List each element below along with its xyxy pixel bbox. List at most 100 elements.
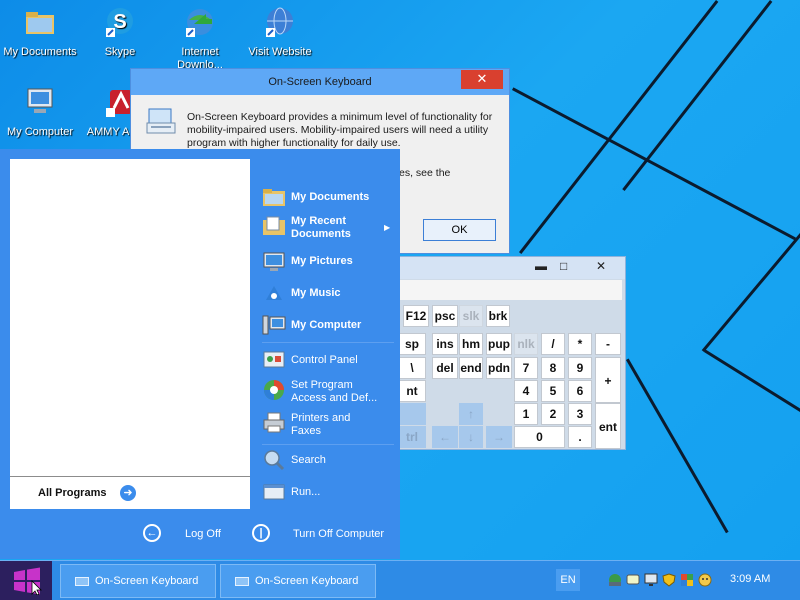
key-multiply[interactable]: * <box>568 333 592 355</box>
log-off-label: Log Off <box>185 528 221 540</box>
menu-item-label: My Pictures <box>291 255 353 267</box>
keyboard-icon <box>75 577 89 586</box>
wallpaper-line <box>701 219 800 352</box>
key-3[interactable]: 3 <box>568 403 592 425</box>
dialog-titlebar[interactable]: On-Screen Keyboard ✕ <box>131 69 509 95</box>
key-hm[interactable]: hm <box>459 333 483 355</box>
turn-off-label: Turn Off Computer <box>293 528 385 540</box>
monitor-icon[interactable] <box>644 573 658 587</box>
key-1[interactable]: 1 <box>514 403 538 425</box>
desktop-icon-visit-website[interactable]: Visit Website <box>240 6 320 59</box>
key-left-arrow[interactable]: ← <box>432 426 458 448</box>
key-pdn[interactable]: pdn <box>486 357 512 379</box>
menu-item-label: Control Panel <box>291 354 358 366</box>
run-icon <box>263 484 285 500</box>
key-plus[interactable]: + <box>595 357 621 403</box>
menu-item-label: Set Program Access and Def... <box>291 379 378 404</box>
key-psc[interactable]: psc <box>432 305 458 327</box>
key-end[interactable]: end <box>459 357 483 379</box>
key-8[interactable]: 8 <box>541 357 565 379</box>
key-down-arrow[interactable]: ↓ <box>459 426 483 448</box>
keyboard-close-button[interactable]: ✕ <box>596 259 606 273</box>
ok-button[interactable]: OK <box>423 219 496 241</box>
key-right-arrow[interactable]: → <box>486 426 512 448</box>
smiley-icon[interactable] <box>698 573 712 587</box>
arrow-right-icon: ➜ <box>120 485 136 501</box>
network-globe-icon[interactable] <box>608 573 622 587</box>
key-divide[interactable]: / <box>541 333 565 355</box>
key-sp[interactable]: sp <box>398 333 426 355</box>
menu-item-label: My Computer <box>291 319 362 331</box>
desktop-icon-my-documents[interactable]: My Documents <box>0 6 80 59</box>
menu-item-label: My Documents <box>291 191 370 203</box>
key-pup[interactable]: pup <box>486 333 512 355</box>
computer-icon <box>27 88 53 113</box>
key-6[interactable]: 6 <box>568 380 592 402</box>
menu-item-label: My Music <box>291 287 341 299</box>
key-9[interactable]: 9 <box>568 357 592 379</box>
key-backslash[interactable]: \ <box>398 357 426 379</box>
key-ins[interactable]: ins <box>432 333 458 355</box>
clock[interactable]: 3:09 AM <box>730 573 770 585</box>
key-minus[interactable]: - <box>595 333 621 355</box>
key-blank[interactable] <box>398 403 426 425</box>
key-f12[interactable]: F12 <box>403 305 429 327</box>
search-icon <box>264 450 285 471</box>
key-slk[interactable]: slk <box>459 305 483 327</box>
key-enter[interactable]: ent <box>595 403 621 449</box>
menu-item-label: Run... <box>291 486 321 498</box>
keyboard-info-icon <box>146 108 176 134</box>
key-2[interactable]: 2 <box>541 403 565 425</box>
language-indicator[interactable]: EN <box>556 569 580 591</box>
minimize-button[interactable]: ▬ <box>535 259 547 273</box>
dialog-message-tail: es, see the <box>399 167 451 179</box>
pinned-programs-pane <box>10 159 250 509</box>
wallpaper-line <box>512 87 796 241</box>
taskbar-button-osk-1[interactable]: On-Screen Keyboard <box>60 564 216 598</box>
power-icon: | <box>252 524 270 542</box>
chat-bubble-icon[interactable] <box>626 573 640 587</box>
music-icon <box>266 286 282 300</box>
shield-icon[interactable] <box>662 573 676 587</box>
key-enter-left[interactable]: nt <box>398 380 426 402</box>
start-menu: All Programs ➜ My Documents My Recent Do… <box>0 149 400 559</box>
keyboard-text-bar <box>398 280 622 300</box>
key-decimal[interactable]: . <box>568 426 592 448</box>
skype-icon: S <box>106 8 133 37</box>
menu-item-label: Printers and Faxes <box>291 412 351 437</box>
svg-text:S: S <box>113 11 126 33</box>
start-button[interactable] <box>0 561 52 600</box>
key-nlk[interactable]: nlk <box>514 333 538 355</box>
key-ctrl[interactable]: trl <box>398 426 426 448</box>
color-puzzle-icon[interactable] <box>680 573 694 587</box>
key-5[interactable]: 5 <box>541 380 565 402</box>
key-brk[interactable]: brk <box>486 305 510 327</box>
taskbar-button-label: On-Screen Keyboard <box>255 575 359 587</box>
dialog-title: On-Screen Keyboard <box>268 76 372 88</box>
all-programs-button[interactable]: All Programs ➜ <box>10 476 250 509</box>
desktop-icon-internet-download[interactable]: Internet Downlo... <box>160 6 240 72</box>
log-off-icon: ← <box>143 524 161 542</box>
key-up-arrow[interactable]: ↑ <box>459 403 483 425</box>
maximize-button[interactable]: □ <box>560 259 567 273</box>
key-7[interactable]: 7 <box>514 357 538 379</box>
folder-icon <box>26 12 54 34</box>
on-screen-keyboard-window: ▬ □ ✕ F12 psc slk brk sp ins hm pup nlk … <box>397 256 626 450</box>
key-del[interactable]: del <box>432 357 458 379</box>
desktop-icon-label: My Computer <box>6 126 74 138</box>
wallpaper-line <box>704 349 800 416</box>
dialog-close-button[interactable]: ✕ <box>461 70 503 89</box>
globe-download-icon <box>186 9 213 37</box>
taskbar-button-osk-2[interactable]: On-Screen Keyboard <box>220 564 376 598</box>
key-4[interactable]: 4 <box>514 380 538 402</box>
taskbar-button-label: On-Screen Keyboard <box>95 575 199 587</box>
keyboard-titlebar[interactable]: ▬ □ ✕ <box>398 257 625 279</box>
globe-icon <box>266 7 293 37</box>
key-0[interactable]: 0 <box>514 426 565 448</box>
wallpaper-line <box>518 0 719 255</box>
desktop-icon-skype[interactable]: S Skype <box>80 6 160 59</box>
menu-separator <box>262 342 394 343</box>
dialog-message: On-Screen Keyboard provides a minimum le… <box>187 111 493 149</box>
menu-item-label: My Recent Documents <box>291 215 351 240</box>
desktop-icon-my-computer[interactable]: My Computer <box>0 86 80 139</box>
